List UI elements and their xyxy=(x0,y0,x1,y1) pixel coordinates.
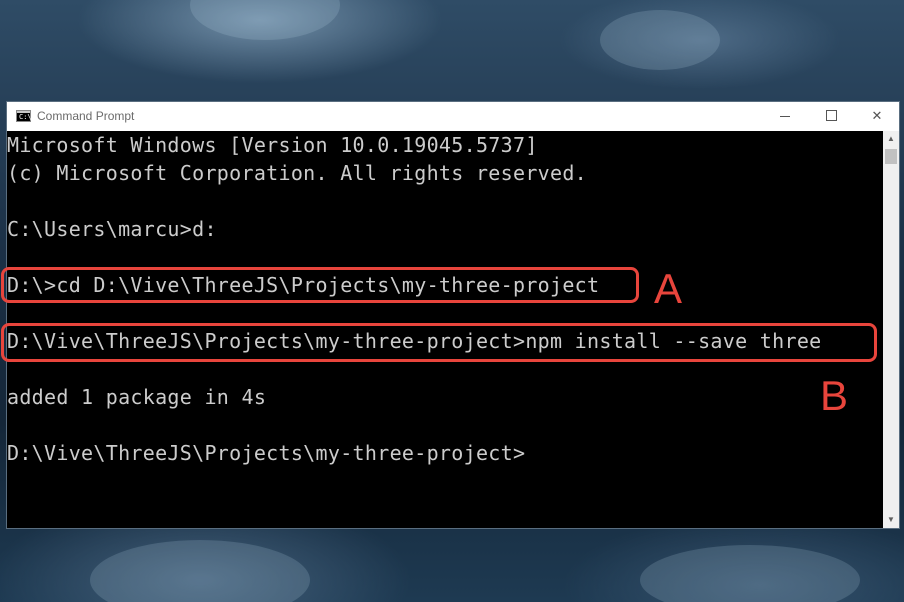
window-title: Command Prompt xyxy=(37,109,135,123)
command-prompt-icon: C:\ xyxy=(16,110,32,122)
close-button[interactable]: ✕ xyxy=(854,102,900,131)
console-line: (c) Microsoft Corporation. All rights re… xyxy=(7,161,588,185)
console-line: added 1 package in 4s xyxy=(7,385,267,409)
scroll-down-arrow-icon[interactable]: ▼ xyxy=(883,512,899,528)
annotation-label-a: A xyxy=(654,265,683,312)
vertical-scrollbar[interactable]: ▲ ▼ xyxy=(883,131,899,528)
annotation-box-a xyxy=(1,267,639,303)
annotation-label-b: B xyxy=(820,372,849,419)
command-prompt-window: C:\ Command Prompt ✕ Microsoft Windows [… xyxy=(6,101,900,529)
console-line: D:\Vive\ThreeJS\Projects\my-three-projec… xyxy=(7,441,526,465)
annotation-box-b xyxy=(1,323,877,362)
wallpaper-shape xyxy=(600,10,720,70)
wallpaper-shape xyxy=(640,545,860,602)
maximize-button[interactable] xyxy=(808,102,854,131)
minimize-icon xyxy=(780,116,790,117)
minimize-button[interactable] xyxy=(762,102,808,131)
wallpaper-shape xyxy=(190,0,340,40)
maximize-icon xyxy=(825,110,837,121)
console-line: C:\Users\marcu>d: xyxy=(7,217,217,241)
wallpaper-shape xyxy=(90,540,310,602)
console-line: Microsoft Windows [Version 10.0.19045.57… xyxy=(7,133,538,157)
title-bar[interactable]: C:\ Command Prompt ✕ xyxy=(7,102,899,131)
close-icon: ✕ xyxy=(871,109,883,124)
scroll-thumb[interactable] xyxy=(885,149,897,164)
scroll-up-arrow-icon[interactable]: ▲ xyxy=(883,131,899,147)
